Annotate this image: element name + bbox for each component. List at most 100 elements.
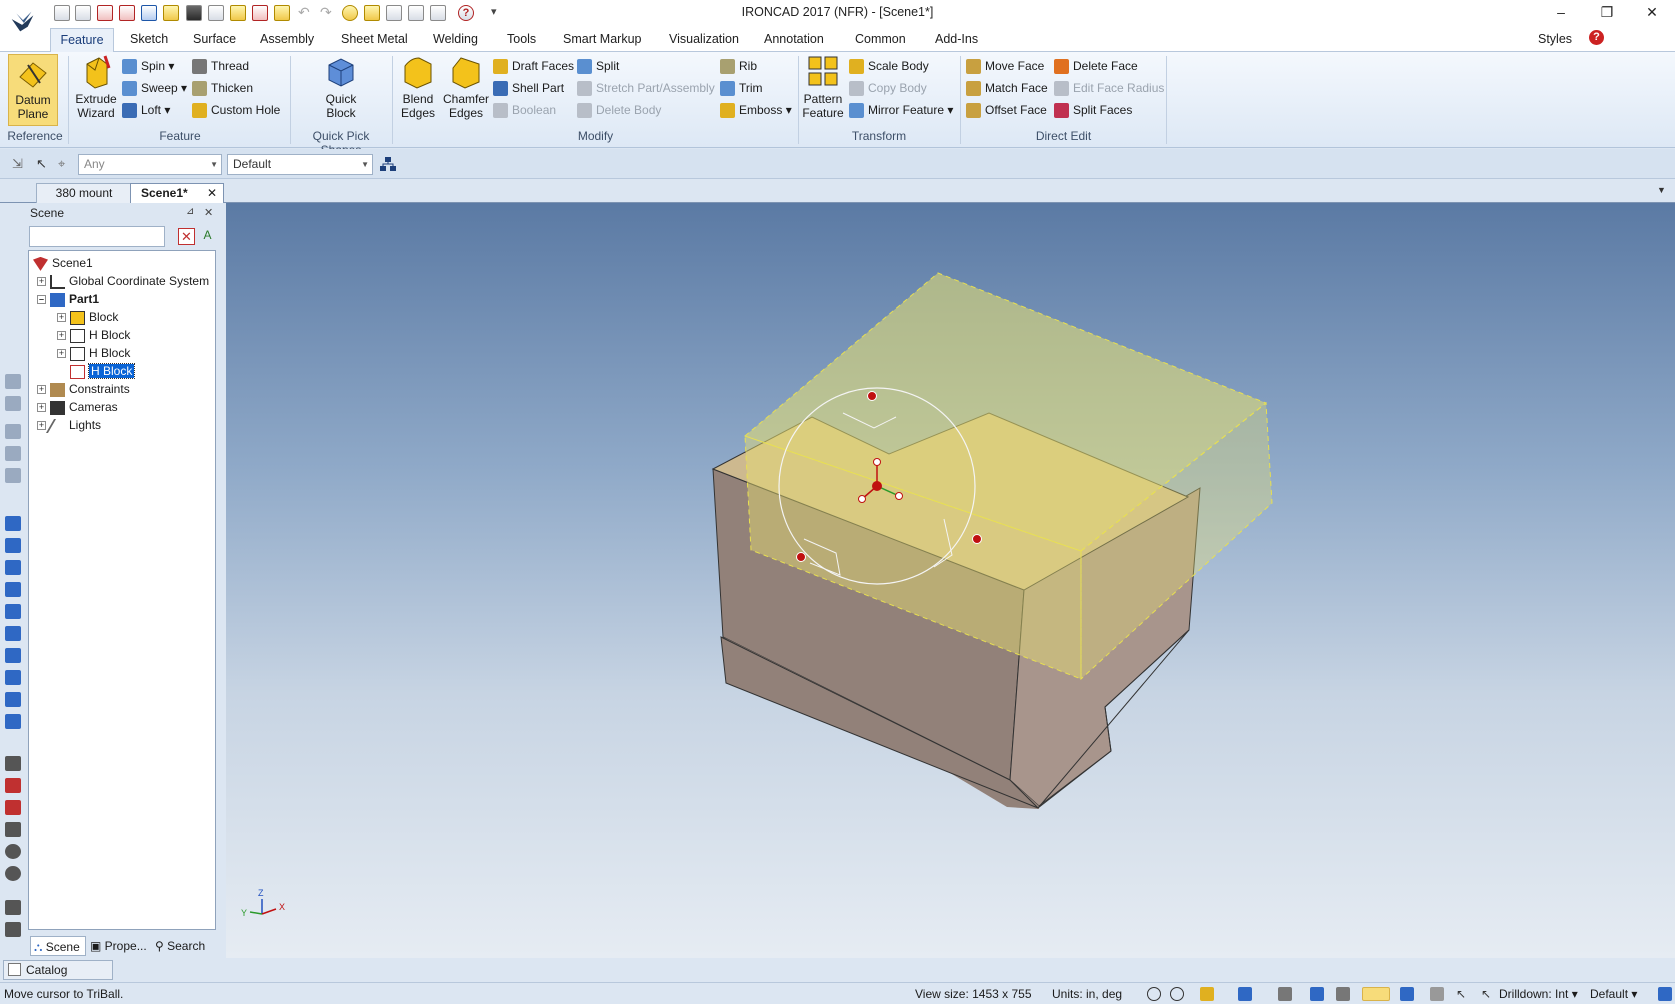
copy-body-button[interactable]: Copy Body — [849, 78, 927, 98]
triball-handle-left[interactable] — [796, 552, 806, 562]
tool-icon-4[interactable] — [5, 446, 21, 461]
tab-smart-markup[interactable]: Smart Markup — [563, 32, 642, 46]
help-ribbon-icon[interactable]: ? — [1589, 30, 1604, 45]
restore-button[interactable]: ❐ — [1592, 2, 1622, 22]
edit-face-radius-button[interactable]: Edit Face Radius — [1054, 78, 1164, 98]
close-button[interactable]: ✕ — [1637, 2, 1667, 22]
tree-node-h-block-1[interactable]: + H Block — [57, 326, 130, 344]
thread-button[interactable]: Thread — [192, 56, 249, 76]
doc-tab-scene1[interactable]: Scene1* ✕ — [130, 183, 224, 203]
delete-body-button[interactable]: Delete Body — [577, 100, 661, 120]
mirror-feature-button[interactable]: Mirror Feature ▾ — [849, 100, 953, 120]
tab-visualization[interactable]: Visualization — [669, 32, 739, 46]
tab-sheet-metal[interactable]: Sheet Metal — [341, 32, 408, 46]
tree-node-part1[interactable]: – Part1 — [37, 290, 99, 308]
spin-button[interactable]: Spin ▾ — [122, 56, 174, 76]
pattern-feature-button[interactable]: Pattern Feature — [801, 54, 845, 120]
tree-node-h-block-3[interactable]: H Block — [70, 362, 136, 380]
loft-button[interactable]: Loft ▾ — [122, 100, 170, 120]
draft-faces-button[interactable]: Draft Faces — [493, 56, 574, 76]
active-view-icon[interactable] — [1362, 987, 1390, 1001]
hide-icon[interactable] — [1430, 987, 1444, 1001]
quick-block-button[interactable]: Quick Block — [315, 54, 367, 120]
tab-assembly[interactable]: Assembly — [260, 32, 314, 46]
tool-icon-19[interactable] — [5, 822, 21, 837]
search-options-icon[interactable]: A — [199, 228, 216, 245]
emboss-button[interactable]: Emboss ▾ — [720, 100, 792, 120]
panel-close-icon[interactable]: ✕ — [204, 206, 213, 219]
chamfer-edges-button[interactable]: Chamfer Edges — [442, 54, 490, 120]
select-arrow-icon[interactable]: ↖ — [36, 156, 52, 172]
tool-icon-2[interactable] — [5, 396, 21, 411]
tool-icon-18[interactable] — [5, 800, 21, 815]
style-select[interactable]: Default ▼ — [227, 154, 373, 175]
status-style-select[interactable]: Default ▾ — [1590, 984, 1637, 1004]
filter-arrow-icon[interactable]: ⇲ — [12, 156, 28, 172]
tab-surface[interactable]: Surface — [193, 32, 236, 46]
tree-node-cameras[interactable]: + Cameras — [37, 398, 118, 416]
delete-face-button[interactable]: Delete Face — [1054, 56, 1138, 76]
tool-icon-12[interactable] — [5, 648, 21, 663]
tab-sketch[interactable]: Sketch — [130, 32, 168, 46]
tool-icon-11[interactable] — [5, 626, 21, 641]
stretch-button[interactable]: Stretch Part/Assembly — [577, 78, 715, 98]
styles-menu[interactable]: Styles — [1538, 32, 1572, 46]
tool-icon-10[interactable] — [5, 604, 21, 619]
thicken-button[interactable]: Thicken — [192, 78, 253, 98]
panel-tab-scene[interactable]: ⛬ Scene — [30, 936, 86, 956]
custom-hole-button[interactable]: Custom Hole — [192, 100, 280, 120]
minimize-button[interactable]: – — [1546, 2, 1576, 22]
triball-handle-small-3[interactable] — [858, 495, 866, 503]
clear-search-icon[interactable]: ✕ — [178, 228, 195, 245]
triball-center-handle[interactable] — [872, 481, 882, 491]
status-tree-icon[interactable] — [1658, 987, 1672, 1001]
tool-icon-6[interactable] — [5, 516, 21, 531]
tab-add-ins[interactable]: Add-Ins — [935, 32, 978, 46]
tab-tools[interactable]: Tools — [507, 32, 536, 46]
zoom-window-icon[interactable] — [1170, 987, 1184, 1001]
tool-icon-14[interactable] — [5, 692, 21, 707]
tab-annotation[interactable]: Annotation — [764, 32, 824, 46]
tree-node-global-coordinate-system[interactable]: + Global Coordinate System — [37, 272, 209, 290]
rib-button[interactable]: Rib — [720, 56, 757, 76]
split-button[interactable]: Split — [577, 56, 619, 76]
sweep-button[interactable]: Sweep ▾ — [122, 78, 187, 98]
tool-icon-22[interactable] — [5, 900, 21, 915]
catalog-browser-button[interactable]: Catalog Browser — [3, 960, 113, 995]
camera-view-icon[interactable] — [1336, 987, 1350, 1001]
tool-icon-5[interactable] — [5, 468, 21, 483]
triball-handle-right[interactable] — [972, 534, 982, 544]
tab-list-chevron-down-icon[interactable]: ▼ — [1657, 185, 1666, 195]
scale-body-button[interactable]: Scale Body — [849, 56, 929, 76]
datum-plane-button[interactable]: Datum Plane — [8, 54, 58, 126]
triball-handle-top[interactable] — [867, 391, 877, 401]
drilldown-cursor-icon[interactable]: ↖ — [1481, 987, 1495, 1001]
hierarchy-icon[interactable] — [380, 157, 396, 172]
3d-viewport[interactable]: Z X Y — [226, 203, 1675, 958]
panel-tab-properties[interactable]: ▣ Prope... — [90, 936, 147, 956]
triball-handle-small-2[interactable] — [895, 492, 903, 500]
shell-part-button[interactable]: Shell Part — [493, 78, 564, 98]
move-face-button[interactable]: Move Face — [966, 56, 1044, 76]
tool-icon-1[interactable] — [5, 374, 21, 389]
close-tab-icon[interactable]: ✕ — [207, 184, 217, 202]
tool-icon-13[interactable] — [5, 670, 21, 685]
tool-icon-17[interactable] — [5, 778, 21, 793]
tool-icon-9[interactable] — [5, 582, 21, 597]
view-orientation-icon[interactable] — [1200, 987, 1214, 1001]
scene-search-input[interactable] — [29, 226, 165, 247]
offset-face-button[interactable]: Offset Face — [966, 100, 1047, 120]
tool-icon-21[interactable] — [5, 866, 21, 881]
split-faces-button[interactable]: Split Faces — [1054, 100, 1132, 120]
blend-edges-button[interactable]: Blend Edges — [396, 54, 440, 120]
tree-node-scene1[interactable]: Scene1 — [33, 254, 93, 272]
cursor-icon[interactable]: ↖ — [1456, 987, 1470, 1001]
drilldown-select[interactable]: Drilldown: Int ▾ — [1499, 984, 1578, 1004]
trim-button[interactable]: Trim — [720, 78, 763, 98]
extrude-wizard-button[interactable]: Extrude Wizard — [71, 54, 121, 120]
triball-handle-small-1[interactable] — [873, 458, 881, 466]
filter-settings-icon[interactable]: ⌖ — [58, 156, 74, 172]
tree-node-h-block-2[interactable]: + H Block — [57, 344, 130, 362]
tree-node-lights[interactable]: + Lights — [37, 416, 101, 434]
tool-icon-20[interactable] — [5, 844, 21, 859]
